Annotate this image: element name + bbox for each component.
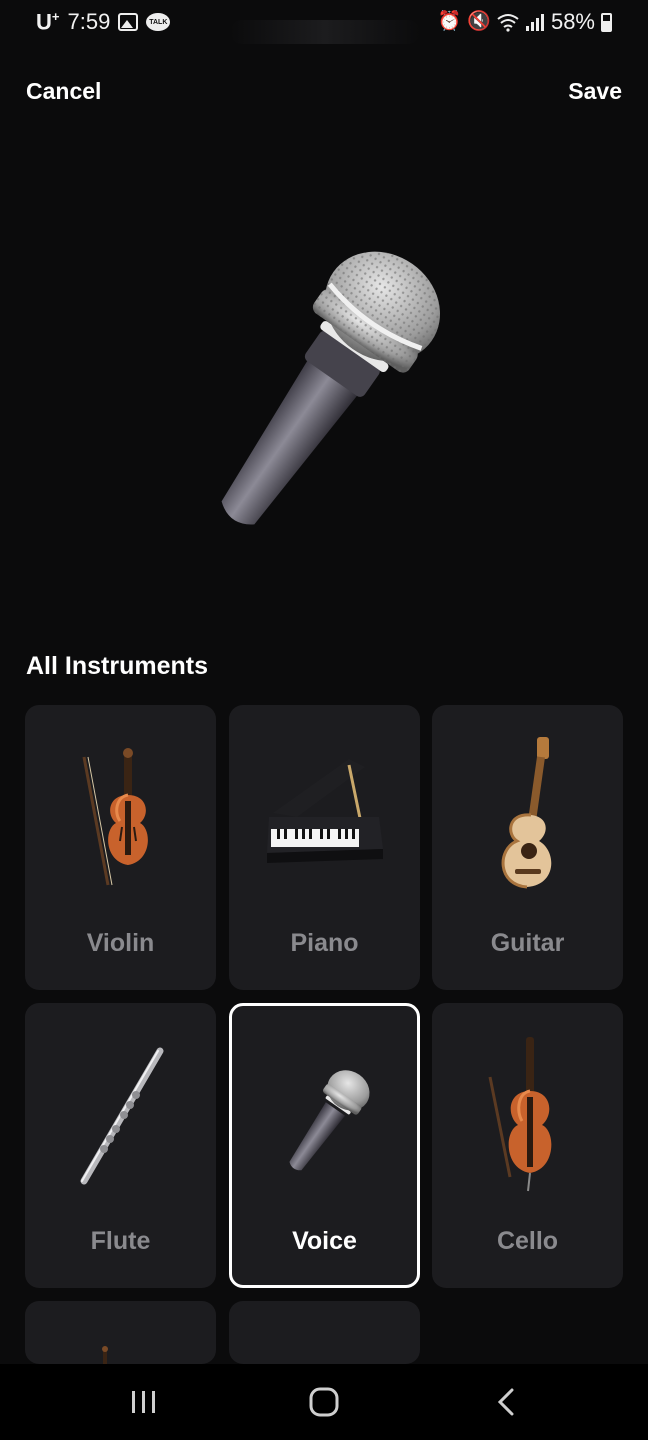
cello-icon: [488, 1037, 552, 1192]
status-right: ⏰ 🔇 58%: [438, 9, 612, 35]
home-icon: [309, 1387, 339, 1417]
section-title: All Instruments: [26, 652, 208, 680]
violin-icon: [82, 748, 148, 886]
status-time: 7:59: [67, 9, 111, 35]
home-button[interactable]: [274, 1364, 374, 1440]
mute-icon: 🔇: [467, 11, 491, 32]
header-bar: Cancel Save: [0, 70, 648, 116]
instrument-label: Cello: [496, 1227, 559, 1255]
instrument-label: Piano: [290, 929, 359, 957]
selected-instrument-preview: [174, 220, 474, 560]
status-bar: U+ 7:59 TALK ⏰ 🔇 58%: [0, 0, 648, 46]
signal-icon: [525, 14, 544, 31]
cancel-button[interactable]: Cancel: [26, 78, 101, 105]
back-icon: [497, 1388, 514, 1416]
guitar-icon: [501, 737, 552, 889]
instrument-picker-screen: U+ 7:59 TALK ⏰ 🔇 58% Cancel Save All Ins…: [0, 0, 648, 1440]
battery-percent: 58%: [550, 9, 595, 34]
flute-icon: [80, 1047, 164, 1185]
recents-icon: [132, 1391, 155, 1413]
instrument-icon-partial: [102, 1346, 108, 1364]
instrument-card-violin[interactable]: Violin: [25, 705, 216, 990]
wifi-icon: [497, 14, 519, 32]
gallery-icon: [118, 13, 139, 32]
system-nav-bar: [0, 1364, 648, 1440]
instrument-label: Guitar: [490, 929, 565, 957]
instrument-card-partial[interactable]: [25, 1301, 216, 1364]
back-button[interactable]: [456, 1364, 556, 1440]
status-left: U+ 7:59 TALK: [36, 9, 171, 35]
kakaotalk-icon: TALK: [146, 13, 171, 32]
save-button[interactable]: Save: [568, 78, 622, 105]
carrier-label: U+: [36, 9, 60, 35]
instrument-label: Flute: [90, 1227, 151, 1255]
microphone-icon: [289, 1070, 370, 1171]
instrument-label: Voice: [292, 1227, 357, 1255]
instrument-card-partial[interactable]: [229, 1301, 420, 1364]
instrument-label: Violin: [86, 929, 155, 957]
camera-cutout: [230, 20, 420, 44]
microphone-icon: [221, 251, 440, 525]
instrument-card-voice[interactable]: Voice: [229, 1003, 420, 1288]
instrument-card-guitar[interactable]: Guitar: [432, 705, 623, 990]
instrument-card-piano[interactable]: Piano: [229, 705, 420, 990]
piano-icon: [267, 759, 383, 863]
recents-button[interactable]: [94, 1364, 194, 1440]
alarm-icon: ⏰: [437, 11, 462, 32]
battery-icon: [601, 12, 612, 32]
instrument-card-cello[interactable]: Cello: [432, 1003, 623, 1288]
instrument-card-flute[interactable]: Flute: [25, 1003, 216, 1288]
